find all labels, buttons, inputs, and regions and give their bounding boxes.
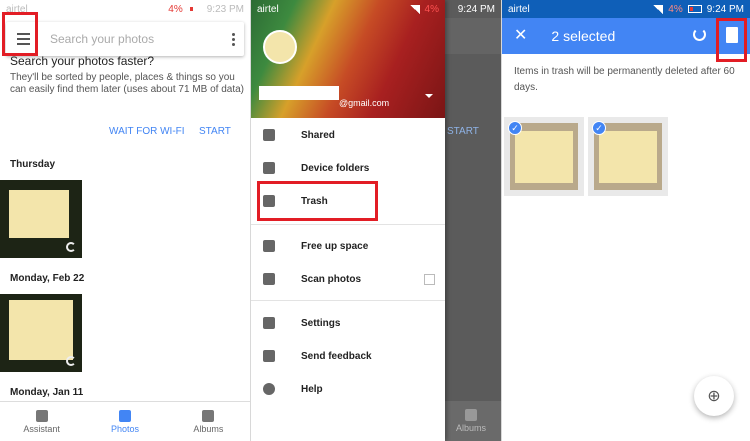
photo-frame xyxy=(594,123,662,190)
drawer-item-label: Device folders xyxy=(301,162,370,174)
chevron-down-icon[interactable] xyxy=(425,94,433,98)
drawer-item-send-feedback[interactable]: Send feedback xyxy=(251,343,445,369)
nav-label: Albums xyxy=(193,423,224,434)
photo-frame xyxy=(510,123,578,190)
zoom-button[interactable]: ⊕ xyxy=(694,376,734,416)
sticky-note-image xyxy=(515,131,573,183)
sticky-note-image xyxy=(599,131,657,183)
battery-label: 4% xyxy=(168,3,183,15)
trash-note: Items in trash will be permanently delet… xyxy=(514,66,735,93)
drawer-item-label: Send feedback xyxy=(301,350,372,362)
avatar[interactable] xyxy=(263,30,297,64)
carrier-label: airtel xyxy=(508,3,530,15)
start-button[interactable]: START xyxy=(199,126,231,137)
nav-label: Assistant xyxy=(23,423,60,434)
bottom-navigation: Assistant Photos Albums xyxy=(0,401,250,441)
selected-photo[interactable]: ✓ xyxy=(588,117,668,196)
drawer-item-label: Settings xyxy=(301,317,341,329)
battery-label: 4% xyxy=(424,3,439,15)
zoom-icon: ⊕ xyxy=(707,388,721,405)
signal-icon xyxy=(153,4,164,14)
restore-icon[interactable] xyxy=(693,28,706,41)
highlight-box-trash xyxy=(257,181,378,221)
photos-icon xyxy=(118,409,131,422)
backup-title: Search your photos faster? xyxy=(10,54,155,68)
battery-icon xyxy=(687,5,702,13)
photos-screen: airtel 4% 9:23 PM Search your photos Sea… xyxy=(0,0,250,441)
status-bar: airtel 4% 9:24 PM xyxy=(502,0,750,18)
drawer-item-shared[interactable]: Shared xyxy=(251,122,445,148)
status-bar: 9:24 PM xyxy=(441,0,501,18)
drawer-item-label: Help xyxy=(301,383,323,395)
sticky-note-image xyxy=(9,190,69,238)
time-label: 9:24 PM xyxy=(706,3,744,15)
signal-icon xyxy=(409,4,420,14)
trash-screen: airtel 4% 9:24 PM ✕ 2 selected Items in … xyxy=(502,0,750,441)
divider xyxy=(251,224,445,225)
divider xyxy=(251,300,445,301)
section-header: Thursday xyxy=(10,159,56,170)
checkmark-icon: ✓ xyxy=(508,121,522,135)
navigation-drawer: airtel 4% @gmail.com Shared Device folde… xyxy=(251,0,445,441)
nav-label: Photos xyxy=(110,423,139,434)
people-icon xyxy=(263,129,275,141)
close-icon[interactable]: ✕ xyxy=(514,28,527,44)
gear-icon xyxy=(263,317,275,329)
account-name-redacted xyxy=(259,86,339,100)
drawer-item-settings[interactable]: Settings xyxy=(251,310,445,336)
albums-icon xyxy=(465,409,477,421)
selection-count: 2 selected xyxy=(551,28,616,44)
photo-thumbnail[interactable] xyxy=(0,294,82,372)
drawer-item-device-folders[interactable]: Device folders xyxy=(251,155,445,181)
assistant-icon xyxy=(35,409,48,422)
highlight-box-delete xyxy=(716,18,747,62)
selected-photo[interactable]: ✓ xyxy=(504,117,584,196)
phone-icon xyxy=(263,240,275,252)
drawer-header: airtel 4% @gmail.com xyxy=(251,0,445,118)
drawer-item-scan-photos[interactable]: Scan photos xyxy=(251,266,445,292)
open-external-icon xyxy=(424,273,435,285)
scan-icon xyxy=(263,273,275,285)
drawer-item-free-up-space[interactable]: Free up space xyxy=(251,233,445,259)
help-icon xyxy=(263,383,275,395)
account-email: @gmail.com xyxy=(339,98,390,108)
carrier-label: airtel xyxy=(257,3,279,15)
wait-wifi-button[interactable]: WAIT FOR WI-FI xyxy=(109,126,185,137)
feedback-icon xyxy=(263,350,275,362)
dimmed-start-label: START xyxy=(447,126,479,137)
selection-toolbar: ✕ 2 selected xyxy=(502,18,750,54)
folder-icon xyxy=(263,162,275,174)
checkmark-icon: ✓ xyxy=(592,121,606,135)
albums-icon xyxy=(202,409,215,422)
search-input[interactable]: Search your photos xyxy=(50,32,154,46)
section-header: Monday, Feb 22 xyxy=(10,273,85,284)
sync-icon xyxy=(66,356,76,366)
time-label: 9:23 PM xyxy=(206,3,244,15)
dimmed-header xyxy=(441,18,501,54)
more-options-icon[interactable] xyxy=(222,32,244,46)
sync-icon xyxy=(66,242,76,252)
drawer-item-label: Free up space xyxy=(301,240,369,252)
nav-label: Albums xyxy=(455,423,486,433)
photo-thumbnail[interactable] xyxy=(0,180,82,258)
section-header: Monday, Jan 11 xyxy=(10,387,84,398)
dimmed-background[interactable]: START Albums xyxy=(441,0,501,441)
dimmed-albums: Albums xyxy=(441,401,501,441)
drawer-item-label: Shared xyxy=(301,129,335,141)
time-label: 9:24 PM xyxy=(457,3,495,15)
status-bar: airtel 4% xyxy=(251,0,445,18)
highlight-box-menu xyxy=(2,12,38,56)
nav-albums[interactable]: Albums xyxy=(167,402,250,441)
backup-description: They'll be sorted by people, places & th… xyxy=(10,72,245,95)
drawer-item-help[interactable]: Help xyxy=(251,376,445,402)
battery-icon xyxy=(187,5,202,13)
sticky-note-image xyxy=(9,300,73,360)
nav-photos[interactable]: Photos xyxy=(83,402,166,441)
nav-assistant[interactable]: Assistant xyxy=(0,402,83,441)
drawer-screen: START Albums 9:24 PM airtel 4% @gmail.co… xyxy=(251,0,501,441)
signal-icon xyxy=(653,4,664,14)
search-bar[interactable]: Search your photos xyxy=(6,22,244,56)
battery-label: 4% xyxy=(668,3,683,15)
drawer-item-label: Scan photos xyxy=(301,273,362,285)
